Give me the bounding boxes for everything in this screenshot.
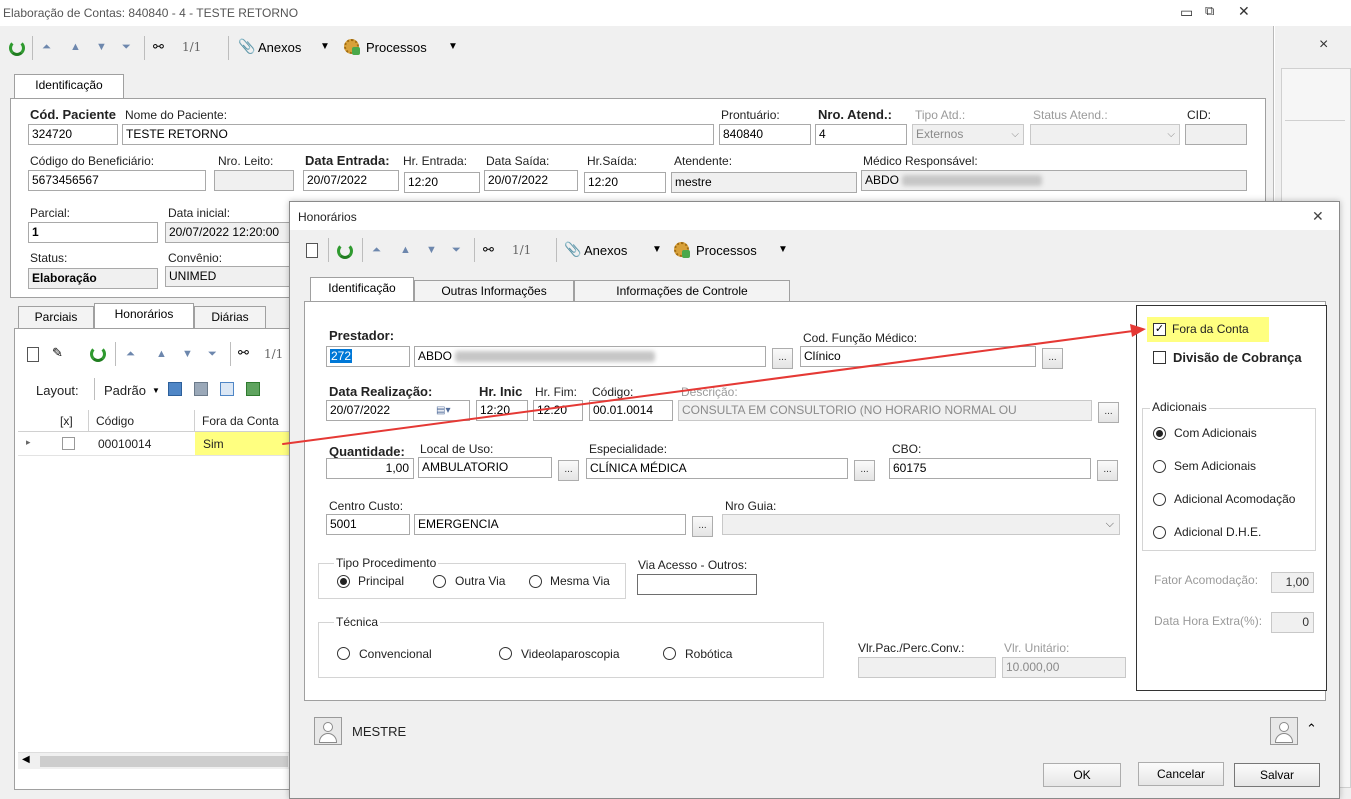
annotation-arrow-line: [282, 330, 1134, 445]
annotation-arrow-head: [1130, 324, 1146, 337]
annotation-arrow: [282, 324, 1146, 445]
